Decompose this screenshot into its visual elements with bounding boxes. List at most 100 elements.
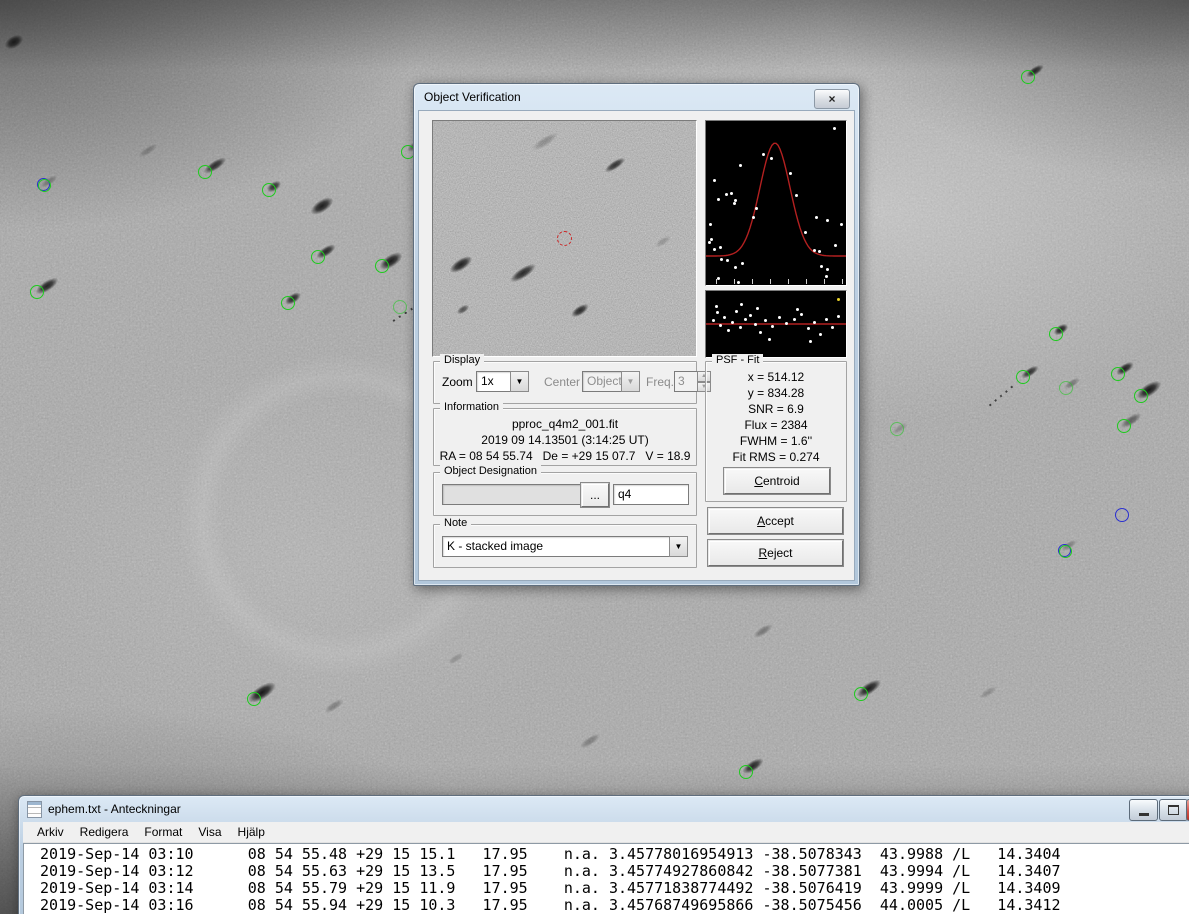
psf-fit-group: PSF - Fit x = 514.12 y = 834.28 SNR = 6.…: [705, 361, 847, 502]
detection-marker-green[interactable]: [1049, 327, 1063, 341]
info-coordinates: RA = 08 54 55.74 De = +29 15 07.7 V = 18…: [434, 448, 696, 464]
residual-data-point: [813, 321, 816, 324]
axis-tick: [734, 279, 735, 284]
psf-residual-plot: [705, 290, 847, 358]
dialog-title: Object Verification: [424, 90, 521, 104]
chevron-down-icon[interactable]: ▼: [510, 371, 529, 392]
psf-data-point: [719, 246, 722, 249]
psf-data-point: [752, 216, 755, 219]
detection-marker-green[interactable]: [1021, 70, 1035, 84]
psf-data-point: [713, 179, 716, 182]
psf-rms: Fit RMS = 0.274: [706, 449, 846, 465]
reject-button[interactable]: Reject: [708, 540, 843, 566]
residual-data-point: [831, 326, 834, 329]
detection-marker-blue[interactable]: [1115, 508, 1129, 522]
notepad-window: ephem.txt - Anteckningar ArkivRedigeraFo…: [18, 795, 1189, 914]
menu-item-arkiv[interactable]: Arkiv: [29, 823, 72, 841]
detection-marker-green[interactable]: [38, 179, 51, 192]
chevron-down-icon[interactable]: ▼: [669, 536, 688, 557]
accept-button[interactable]: Accept: [708, 508, 843, 534]
residual-data-point: [759, 331, 762, 334]
display-group: Display Zoom 1x ▼ Center Object ▼ Freq. …: [433, 361, 697, 404]
short-designation-input[interactable]: q4: [613, 484, 689, 505]
psf-data-point: [741, 262, 744, 265]
dialog-titlebar[interactable]: Object Verification: [414, 84, 859, 110]
maximize-icon: [1168, 805, 1179, 815]
detection-marker-green[interactable]: [30, 285, 44, 299]
note-select[interactable]: K - stacked image ▼: [442, 536, 688, 557]
psf-data-point: [840, 223, 843, 226]
residual-data-point: [735, 310, 738, 313]
psf-data-point: [826, 268, 829, 271]
psf-fit-legend: PSF - Fit: [712, 354, 763, 366]
info-datetime: 2019 09 14.13501 (3:14:25 UT): [434, 432, 696, 448]
minimize-button[interactable]: [1129, 799, 1158, 821]
detection-marker-green[interactable]: [262, 183, 276, 197]
detection-marker-green[interactable]: [1117, 419, 1131, 433]
detection-marker-green[interactable]: [1059, 381, 1073, 395]
object-verification-dialog: Object Verification ×: [413, 83, 860, 586]
psf-data-point: [815, 216, 818, 219]
browse-button[interactable]: ...: [581, 483, 609, 507]
psf-data-point: [730, 192, 733, 195]
detection-marker-green[interactable]: [375, 259, 389, 273]
detection-marker-green[interactable]: [1016, 370, 1030, 384]
detection-marker-green[interactable]: [1059, 545, 1072, 558]
residual-data-point: [771, 325, 774, 328]
residual-data-point: [793, 318, 796, 321]
residual-data-point: [715, 305, 718, 308]
detection-marker-green[interactable]: [281, 296, 295, 310]
residual-data-point: [754, 323, 757, 326]
axis-tick: [788, 279, 789, 284]
image-thumbnail[interactable]: [432, 120, 697, 357]
psf-data-point: [717, 198, 720, 201]
notepad-text-area[interactable]: 2019-Sep-14 03:10 08 54 55.48 +29 15 15.…: [23, 843, 1189, 914]
psf-data-point: [726, 259, 729, 262]
psf-data-point: [709, 223, 712, 226]
psf-data-point: [713, 248, 716, 251]
psf-fwhm: FWHM = 1.6'': [706, 433, 846, 449]
residual-data-point: [807, 327, 810, 330]
detection-marker-green[interactable]: [247, 692, 261, 706]
detection-marker-green[interactable]: [393, 300, 407, 314]
centroid-button[interactable]: Centroid: [724, 468, 830, 494]
detection-marker-green[interactable]: [198, 165, 212, 179]
axis-tick: [770, 279, 771, 284]
detection-marker-green[interactable]: [1134, 389, 1148, 403]
detection-marker-green[interactable]: [890, 422, 904, 436]
center-select: Object ▼: [582, 371, 640, 392]
notepad-title: ephem.txt - Anteckningar: [48, 802, 181, 816]
residual-data-point: [744, 318, 747, 321]
detection-marker-green[interactable]: [311, 250, 325, 264]
residual-data-point: [778, 316, 781, 319]
zoom-select[interactable]: 1x ▼: [476, 371, 529, 392]
notepad-titlebar[interactable]: ephem.txt - Anteckningar: [19, 796, 1189, 822]
residual-data-point: [768, 338, 771, 341]
menu-item-format[interactable]: Format: [136, 823, 190, 841]
menu-item-redigera[interactable]: Redigera: [72, 823, 137, 841]
detection-marker-green[interactable]: [1111, 367, 1125, 381]
residual-data-point: [723, 316, 726, 319]
psf-data-point: [770, 157, 773, 160]
menu-item-hjälp[interactable]: Hjälp: [230, 823, 273, 841]
psf-data-point: [834, 244, 837, 247]
note-legend: Note: [440, 517, 471, 529]
psf-data-point: [733, 202, 736, 205]
residual-data-point: [749, 314, 752, 317]
note-group: Note K - stacked image ▼: [433, 524, 697, 568]
psf-snr: SNR = 6.9: [706, 401, 846, 417]
information-group: Information pproc_q4m2_001.fit 2019 09 1…: [433, 408, 697, 466]
residual-outlier-point: [837, 298, 840, 301]
detection-marker-green[interactable]: [739, 765, 753, 779]
axis-tick: [716, 279, 717, 284]
residual-data-point: [785, 322, 788, 325]
close-icon[interactable]: ×: [814, 89, 850, 109]
residual-data-point: [825, 318, 828, 321]
psf-flux: Flux = 2384: [706, 417, 846, 433]
notepad-client: ArkivRedigeraFormatVisaHjälp 2019-Sep-14…: [23, 822, 1189, 914]
detection-marker-green[interactable]: [854, 687, 868, 701]
psf-data-point: [804, 231, 807, 234]
screen: Object Verification ×: [0, 0, 1189, 914]
maximize-button[interactable]: [1159, 799, 1188, 821]
menu-item-visa[interactable]: Visa: [190, 823, 229, 841]
